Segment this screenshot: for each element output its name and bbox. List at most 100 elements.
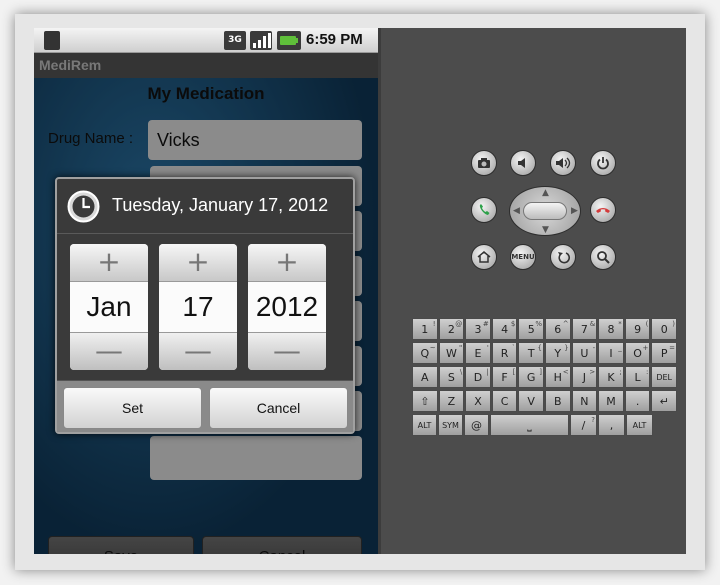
dialog-footer: Set Cancel <box>57 380 353 432</box>
key[interactable]: Z <box>438 390 465 412</box>
key-alt-label: - <box>592 344 596 352</box>
key-label: L <box>634 371 641 384</box>
key-label: V <box>527 395 535 408</box>
key-alt-label: % <box>535 320 542 328</box>
key[interactable]: @ <box>464 414 489 436</box>
key[interactable]: L: <box>624 366 651 388</box>
key-label: ALT <box>417 421 432 430</box>
key-label: 3 <box>474 323 482 336</box>
key-label: . <box>635 395 640 408</box>
status-bar: 3G 6:59 PM <box>34 28 378 53</box>
key[interactable]: X <box>465 390 491 412</box>
key-label: 0 <box>660 323 668 336</box>
battery-charging-icon <box>280 36 298 45</box>
key-label: R <box>500 347 509 360</box>
key-alt-label: ] <box>539 368 542 376</box>
power-icon[interactable] <box>590 150 616 176</box>
key[interactable]: A <box>412 366 438 388</box>
network-3g-icon: 3G <box>224 31 246 50</box>
key-alt-label: & <box>589 320 596 328</box>
day-decrement-button[interactable]: — <box>159 332 237 370</box>
key-label: U <box>580 347 589 360</box>
key[interactable]: K; <box>598 366 624 388</box>
dpad-down-icon[interactable]: ▼ <box>542 225 549 235</box>
search-icon[interactable] <box>590 244 616 270</box>
dpad-right-icon[interactable]: ▶ <box>571 206 578 216</box>
key-label: T <box>527 347 535 360</box>
month-increment-button[interactable]: + <box>70 244 148 282</box>
key[interactable]: V <box>518 390 544 412</box>
menu-icon[interactable]: MENU <box>510 244 536 270</box>
key[interactable]: /? <box>570 414 597 436</box>
call-icon[interactable] <box>471 197 497 223</box>
key-label: 5 <box>527 323 535 336</box>
set-button[interactable]: Set <box>63 387 202 429</box>
dpad-up-icon[interactable]: ▲ <box>542 188 549 198</box>
key-alt-label: = <box>669 344 675 352</box>
key-label: ↵ <box>659 395 669 408</box>
back-icon[interactable] <box>550 244 576 270</box>
key-label: S <box>447 371 455 384</box>
key[interactable]: H < <box>545 366 571 388</box>
dialog-header: Tuesday, January 17, 2012 <box>57 179 353 234</box>
key-alt-label: # <box>482 320 489 328</box>
key[interactable]: P = <box>651 342 677 364</box>
dpad-center-button[interactable] <box>523 202 567 220</box>
key[interactable]: . <box>624 390 651 412</box>
key-label: Q <box>420 347 430 360</box>
key[interactable]: B <box>545 390 571 412</box>
key-label: ⇧ <box>420 395 430 408</box>
key[interactable]: ALT <box>626 414 653 436</box>
dialog-cancel-button[interactable]: Cancel <box>209 387 348 429</box>
key-alt-label: ; <box>619 368 622 376</box>
key[interactable]: J > <box>571 366 598 388</box>
hardware-keyboard: 1! 2 @3 #4 $5% 6 ^ 7 & 8 * 9(0) Q ~ W " E ' R ` T{Y} U - I _ O + P… <box>412 318 678 436</box>
dpad-left-icon[interactable]: ◀ <box>513 206 520 216</box>
key[interactable]: ALT <box>412 414 437 436</box>
key[interactable]: , <box>598 414 625 436</box>
year-increment-button[interactable]: + <box>248 244 326 282</box>
key[interactable]: G] <box>518 366 544 388</box>
key-alt-label: [ <box>512 368 516 376</box>
key[interactable]: C <box>491 390 518 412</box>
day-increment-button[interactable]: + <box>159 244 237 282</box>
key-label: ⎵ <box>527 419 532 432</box>
key[interactable]: DEL <box>651 366 677 388</box>
home-icon[interactable] <box>471 244 497 270</box>
battery-icon <box>277 31 301 50</box>
month-decrement-button[interactable]: — <box>70 332 148 370</box>
key-alt-label: " <box>458 344 463 352</box>
key-alt-label: { <box>537 344 542 352</box>
key[interactable]: ⇧ <box>412 390 438 412</box>
clock-icon <box>67 190 100 223</box>
signal-icon <box>250 31 272 50</box>
day-value[interactable]: 17 <box>159 282 237 332</box>
month-picker: + Jan — <box>70 244 148 370</box>
volume-up-icon[interactable] <box>550 150 576 176</box>
key-label: / <box>581 419 586 432</box>
key-label: B <box>554 395 562 408</box>
end-call-icon[interactable] <box>590 197 616 223</box>
key-alt-label: + <box>642 344 649 352</box>
key[interactable]: S \ <box>438 366 465 388</box>
volume-down-icon[interactable] <box>510 150 536 176</box>
key-label: P <box>660 347 668 360</box>
key-label: 1 <box>421 323 429 336</box>
key-label: K <box>607 371 615 384</box>
key[interactable]: ↵ <box>651 390 677 412</box>
key-alt-label: > <box>589 368 596 376</box>
year-value[interactable]: 2012 <box>248 282 326 332</box>
dpad[interactable]: ▲ ▼ ◀ ▶ <box>509 186 581 236</box>
key[interactable]: M <box>598 390 624 412</box>
key[interactable]: F[ <box>491 366 518 388</box>
key[interactable]: Q ~ <box>412 342 438 364</box>
key[interactable]: SYM <box>438 414 463 436</box>
key-label: @ <box>471 419 482 432</box>
year-decrement-button[interactable]: — <box>248 332 326 370</box>
key-alt-label: ^ <box>562 320 569 328</box>
camera-icon[interactable] <box>471 150 497 176</box>
key[interactable]: D | <box>465 366 491 388</box>
key[interactable]: ⎵ <box>490 414 569 436</box>
month-value[interactable]: Jan <box>70 282 148 332</box>
key-label: W <box>445 347 457 360</box>
